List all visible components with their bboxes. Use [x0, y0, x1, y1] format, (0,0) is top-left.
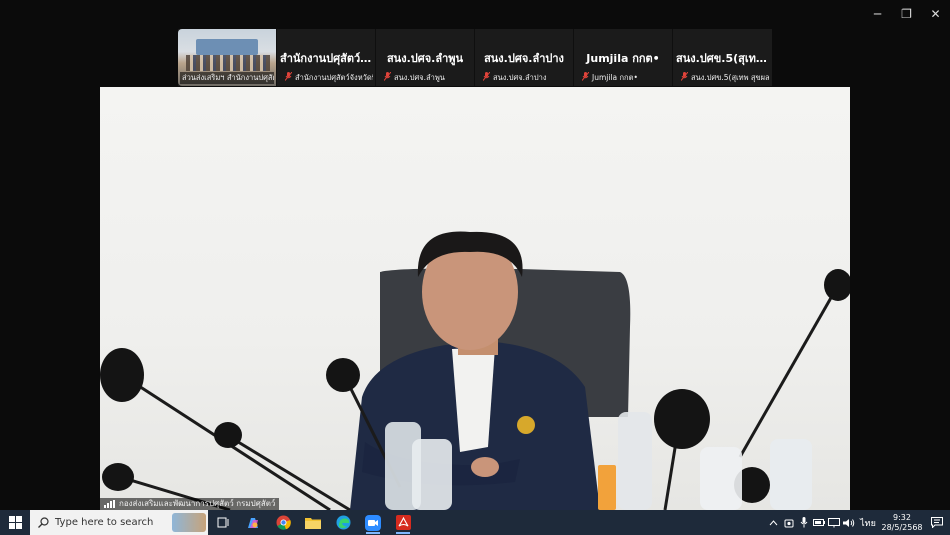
- participant-tile-4[interactable]: Jumjila กกต• Jumjila กกต•: [574, 29, 673, 86]
- participant-name: Jumjila กกต•: [592, 73, 638, 82]
- participant-video-thumbnail: [196, 39, 258, 55]
- participant-name: สนง.ปศจ.ลำพูน: [394, 73, 445, 82]
- participant-tile-5[interactable]: สนง.ปศข.5(สุเทพ... สนง.ปศข.5(สุเทพ สุขผล…: [673, 29, 772, 86]
- taskbar: Type here to search ไทย 9:32 28/5/2568: [0, 510, 950, 535]
- participant-tile-2[interactable]: สนง.ปศจ.ลำพูน สนง.ปศจ.ลำพูน: [376, 29, 475, 86]
- minimize-button[interactable]: ─: [863, 0, 892, 28]
- participant-big-label: Jumjila กกต•: [586, 52, 660, 65]
- acrobat-icon: [395, 515, 411, 530]
- clock-time: 9:32: [893, 512, 911, 522]
- copilot-icon: [248, 517, 258, 528]
- edge-icon: [336, 515, 350, 530]
- microphone-tray-button[interactable]: [796, 510, 811, 535]
- notifications-button[interactable]: [924, 517, 950, 528]
- zoom-button[interactable]: [358, 510, 388, 535]
- participant-caption: Jumjila กกต•: [576, 72, 670, 84]
- badge-shape: [517, 416, 535, 434]
- file-explorer-button[interactable]: [298, 510, 328, 535]
- participant-caption: ส่วนส่งเสริมฯ สำนักงานปศุสัต...: [180, 72, 274, 84]
- start-button[interactable]: [0, 510, 30, 535]
- participant-big-label: สนง.ปศจ.ลำปาง: [484, 52, 564, 65]
- search-icon: [38, 517, 49, 528]
- mic-off-icon: [581, 72, 590, 84]
- zoom-icon: [365, 514, 381, 531]
- mic-off-icon: [482, 72, 491, 84]
- notification-icon: [931, 517, 943, 528]
- acrobat-button[interactable]: [388, 510, 418, 535]
- camera-icon: [784, 519, 793, 527]
- speaker-name: กองส่งเสริมและพัฒนาการปศุสัตว์ กรมปศุสัต…: [119, 499, 276, 508]
- microphone-icon: [800, 517, 807, 528]
- mic-off-icon: [383, 72, 392, 84]
- participant-caption: สนง.ปศจ.ลำพูน: [378, 72, 472, 84]
- search-placeholder: Type here to search: [55, 517, 154, 528]
- tray-app-icon[interactable]: [781, 510, 796, 535]
- task-view-icon: [217, 517, 228, 528]
- main-speaker-video[interactable]: [100, 87, 850, 510]
- network-button[interactable]: [826, 510, 841, 535]
- chrome-icon: [276, 515, 291, 530]
- windows-logo-icon: [8, 516, 22, 529]
- chevron-up-icon: [769, 519, 778, 525]
- clock[interactable]: 9:32 28/5/2568: [880, 513, 924, 533]
- volume-icon: [842, 518, 854, 527]
- system-tray: ไทย 9:32 28/5/2568: [766, 510, 950, 535]
- participant-name: สนง.ปศจ.ลำปาง: [493, 73, 547, 82]
- taskbar-search-box[interactable]: Type here to search: [30, 510, 208, 535]
- edge-button[interactable]: [328, 510, 358, 535]
- chrome-button[interactable]: [268, 510, 298, 535]
- participant-caption: สนง.ปศจ.ลำปาง: [477, 72, 571, 84]
- copilot-button[interactable]: [238, 510, 268, 535]
- volume-button[interactable]: [841, 510, 856, 535]
- signal-icon: [104, 500, 115, 508]
- participant-big-label: สนง.ปศจ.ลำพูน: [386, 52, 464, 65]
- task-view-button[interactable]: [208, 510, 238, 535]
- mic-off-icon: [284, 72, 293, 84]
- participant-caption: สนง.ปศข.5(สุเทพ สุขผล): [675, 72, 770, 84]
- participant-big-label: สนง.ปศข.5(สุเทพ...: [676, 52, 769, 65]
- folder-icon: [305, 518, 321, 529]
- participant-big-label: สำนักงานปศุสัตว์...: [280, 52, 372, 65]
- participant-name: สำนักงานปศุสัตว์จังหวัดพิ...: [295, 73, 373, 82]
- participant-strip: ส่วนส่งเสริมฯ สำนักงานปศุสัต... สำนักงาน…: [178, 29, 772, 86]
- window-controls: ─ ❐ ✕: [863, 0, 950, 28]
- participant-name: สนง.ปศข.5(สุเทพ สุขผล): [691, 73, 770, 82]
- participant-tile-1[interactable]: สำนักงานปศุสัตว์... สำนักงานปศุสัตว์จังห…: [277, 29, 376, 86]
- show-hidden-icons-button[interactable]: [766, 510, 781, 535]
- close-button[interactable]: ✕: [921, 0, 950, 28]
- participant-video-crowd: [186, 55, 270, 71]
- participant-tile-3[interactable]: สนง.ปศจ.ลำปาง สนง.ปศจ.ลำปาง: [475, 29, 574, 86]
- mic-off-icon: [680, 72, 689, 84]
- language-indicator[interactable]: ไทย: [856, 510, 880, 535]
- search-highlight-image: [172, 513, 206, 532]
- battery-button[interactable]: [811, 510, 826, 535]
- network-icon: [827, 517, 840, 527]
- participant-caption: สำนักงานปศุสัตว์จังหวัดพิ...: [279, 72, 373, 84]
- clock-date: 28/5/2568: [881, 522, 923, 532]
- speaker-caption: กองส่งเสริมและพัฒนาการปศุสัตว์ กรมปศุสัต…: [100, 498, 280, 510]
- hand-shape: [471, 457, 499, 477]
- battery-icon: [812, 519, 825, 526]
- speaker-video-frame: [100, 231, 850, 510]
- participant-name: ส่วนส่งเสริมฯ สำนักงานปศุสัต...: [182, 73, 274, 82]
- restore-button[interactable]: ❐: [892, 0, 921, 28]
- participant-tile-0[interactable]: ส่วนส่งเสริมฯ สำนักงานปศุสัต...: [178, 29, 277, 86]
